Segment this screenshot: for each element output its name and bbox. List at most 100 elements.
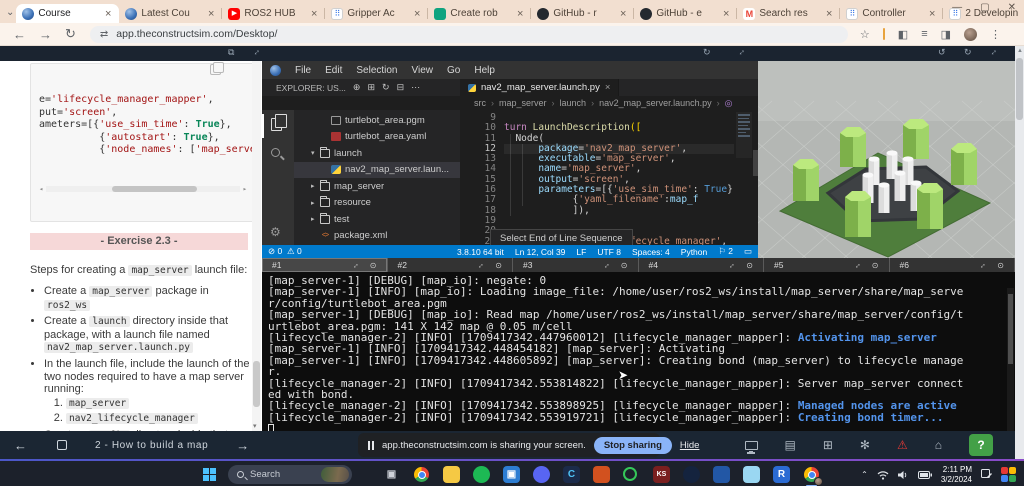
- explorer-item[interactable]: <> package.xml: [294, 228, 460, 245]
- warning-icon[interactable]: ⚠: [897, 438, 908, 452]
- next-unit-icon[interactable]: →: [236, 438, 249, 453]
- discord-taskbar-icon[interactable]: [533, 466, 550, 483]
- terminal-output[interactable]: [map_server-1] [DEBUG] [map_io]: negate:…: [262, 272, 1015, 431]
- terminal-tab[interactable]: #5 ↕ ⊙: [764, 258, 890, 272]
- r-app-taskbar-icon[interactable]: R: [773, 466, 790, 483]
- menu-go[interactable]: Go: [447, 65, 460, 76]
- ks-app-taskbar-icon[interactable]: KS: [653, 466, 670, 483]
- extensions-icon[interactable]: ◧: [898, 28, 908, 41]
- tab-close-icon[interactable]: ×: [927, 8, 937, 20]
- restart-shell-icon[interactable]: ⊙: [872, 261, 879, 270]
- apps-grid-icon[interactable]: ⊞: [823, 438, 833, 452]
- open-window-icon[interactable]: ↕: [477, 260, 486, 269]
- browser-tab[interactable]: ▶ ROS2 HUB ×: [222, 4, 326, 23]
- explorer-item[interactable]: ≡setup.cfg: [294, 244, 460, 245]
- tab-close-icon[interactable]: ×: [206, 8, 216, 20]
- home-icon[interactable]: ⌂: [935, 438, 942, 452]
- remote-app-taskbar-icon[interactable]: [713, 466, 730, 483]
- reading-list-icon[interactable]: ≡: [921, 28, 927, 40]
- action-center-icon[interactable]: [981, 469, 992, 480]
- notebook-icon[interactable]: ▤: [785, 438, 796, 452]
- terminal-tab[interactable]: #4 ↕ ⊙: [639, 258, 764, 272]
- copy-code-icon[interactable]: [210, 62, 224, 75]
- terminal-scrollbar[interactable]: [1007, 288, 1014, 431]
- photos-taskbar-icon[interactable]: ▣: [503, 466, 520, 483]
- open-window-icon[interactable]: ↕: [602, 260, 611, 269]
- tab-close-icon[interactable]: ×: [618, 8, 628, 20]
- explorer-item[interactable]: ▸ map_server: [294, 178, 460, 195]
- browser-tab[interactable]: GitHub - e ×: [634, 4, 738, 23]
- editor-tab[interactable]: nav2_map_server.launch.py ×: [460, 79, 620, 96]
- code-editor[interactable]: 9101112131415161718192021 turn LaunchDes…: [460, 110, 758, 245]
- tab-close-icon[interactable]: ×: [605, 82, 611, 93]
- minimap[interactable]: [736, 112, 752, 158]
- stop-sharing-button[interactable]: Stop sharing: [593, 436, 672, 454]
- gear-icon[interactable]: ⚙: [270, 225, 281, 239]
- menu-file[interactable]: File: [295, 65, 311, 76]
- restart-shell-icon[interactable]: ⊙: [997, 261, 1004, 270]
- obs-ring-taskbar-icon[interactable]: [623, 467, 637, 481]
- new-file-icon[interactable]: ⊕: [353, 82, 361, 93]
- menu-dots-icon[interactable]: ⋮: [990, 28, 1001, 41]
- hidden-icons-chevron[interactable]: ⌃: [861, 470, 868, 479]
- widgets-icon[interactable]: [1001, 467, 1016, 482]
- explorer-item[interactable]: ▾ launch: [294, 145, 460, 162]
- spotify-taskbar-icon[interactable]: [473, 466, 490, 483]
- restart-shell-icon[interactable]: ⊙: [495, 261, 502, 270]
- prev-unit-icon[interactable]: ←: [14, 438, 27, 453]
- status-item[interactable]: Python: [681, 247, 707, 257]
- terminal-tab[interactable]: #1 ↕ ⊙: [262, 258, 388, 272]
- explorer-item[interactable]: nav2_map_server.laun...: [294, 161, 460, 178]
- terminal-tab[interactable]: #3 ↕ ⊙: [513, 258, 639, 272]
- steam-taskbar-icon[interactable]: [683, 466, 700, 483]
- clock[interactable]: 2:11 PM 3/2/2024: [941, 465, 972, 484]
- browser-tab[interactable]: Latest Cou ×: [119, 4, 223, 23]
- chrome-taskbar-icon[interactable]: [413, 466, 430, 483]
- wifi-icon[interactable]: [877, 470, 889, 480]
- open-window-icon[interactable]: ↕: [979, 260, 988, 269]
- ide-expand-icon[interactable]: ↕: [737, 47, 747, 57]
- open-window-icon[interactable]: ↕: [351, 260, 360, 269]
- breadcrumb-item[interactable]: nav2_map_server.launch.py: [599, 98, 712, 108]
- restart-shell-icon[interactable]: ⊙: [746, 261, 753, 270]
- taskbar-search[interactable]: Search: [228, 465, 352, 484]
- sim-expand-icon[interactable]: ↕: [989, 47, 999, 57]
- menu-edit[interactable]: Edit: [325, 65, 342, 76]
- tab-close-icon[interactable]: ×: [721, 8, 731, 20]
- terminal-tab[interactable]: #6 ↕ ⊙: [890, 258, 1015, 272]
- volume-icon[interactable]: [897, 470, 909, 480]
- file-explorer-taskbar-icon[interactable]: [443, 466, 460, 483]
- popout-icon[interactable]: ⧉: [228, 47, 234, 58]
- site-settings-icon[interactable]: ⇄: [100, 29, 108, 40]
- more-actions-icon[interactable]: ⋯: [411, 82, 420, 93]
- open-window-icon[interactable]: ↕: [728, 260, 737, 269]
- explorer-icon[interactable]: [271, 114, 287, 131]
- bookmark-star-icon[interactable]: ☆: [860, 28, 870, 41]
- tab-search-icon[interactable]: ⌄: [6, 5, 14, 21]
- breadcrumb-item[interactable]: src: [474, 98, 486, 108]
- sim-rotate-icon[interactable]: ↺: [938, 47, 946, 58]
- forward-icon[interactable]: →: [39, 27, 52, 42]
- ide-refresh-icon[interactable]: ↻: [703, 47, 711, 58]
- cast-icon[interactable]: ▭: [744, 246, 752, 257]
- status-item[interactable]: UTF 8: [597, 247, 621, 257]
- tab-close-icon[interactable]: ×: [103, 8, 113, 20]
- page-scrollbar[interactable]: ▲: [1015, 46, 1024, 459]
- explorer-item[interactable]: ▸ test: [294, 211, 460, 228]
- tab-close-icon[interactable]: ×: [824, 8, 834, 20]
- explorer-item[interactable]: ▸ resource: [294, 195, 460, 212]
- restart-shell-icon[interactable]: ⊙: [621, 261, 628, 270]
- help-button[interactable]: ?: [969, 434, 993, 456]
- menu-help[interactable]: Help: [474, 65, 495, 76]
- course-scrollbar[interactable]: ▾: [252, 61, 261, 431]
- back-icon[interactable]: ←: [13, 27, 26, 42]
- side-panel-icon[interactable]: ◨: [941, 28, 951, 41]
- explorer-item[interactable]: turtlebot_area.pgm: [294, 112, 460, 129]
- start-button[interactable]: [203, 468, 216, 481]
- browser-tab[interactable]: ⠿ Gripper Ac ×: [325, 4, 429, 23]
- browser-tab[interactable]: Course ×: [16, 4, 120, 23]
- pause-icon[interactable]: [368, 440, 374, 450]
- tab-close-icon[interactable]: ×: [515, 8, 525, 20]
- gazebo-sim-view[interactable]: [758, 61, 1015, 258]
- unit-list-icon[interactable]: [57, 440, 67, 450]
